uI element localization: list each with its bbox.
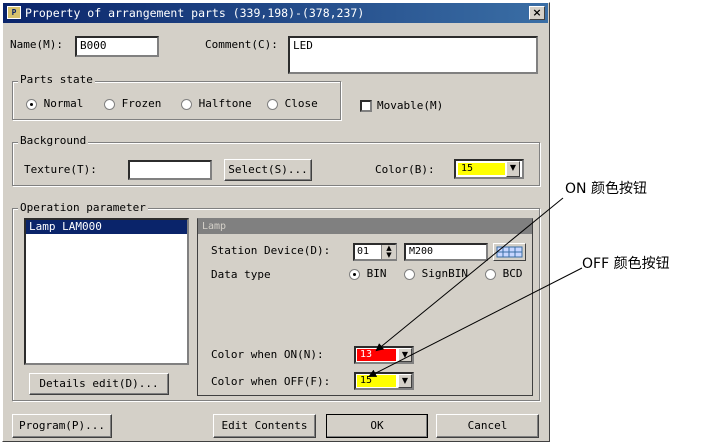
arrow-to-on-button [375, 197, 564, 352]
annotation-arrows [368, 197, 583, 377]
arrow-to-off-button [368, 267, 583, 377]
